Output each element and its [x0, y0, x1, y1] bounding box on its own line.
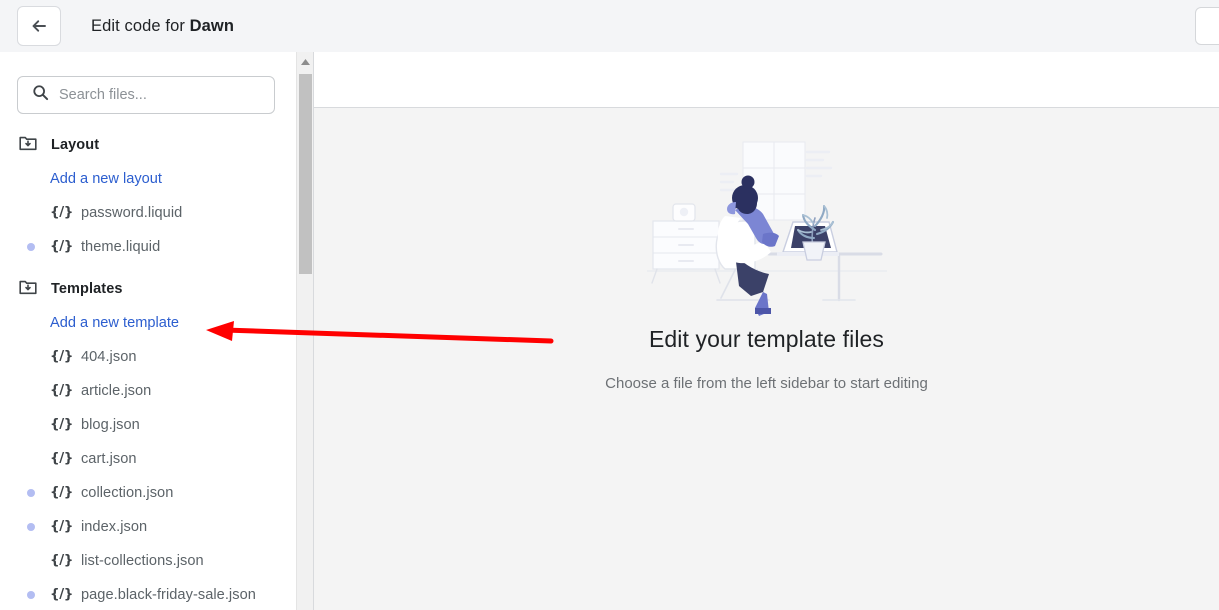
file-group-label: Layout: [51, 137, 100, 153]
arrow-left-icon: [29, 16, 49, 36]
file-row[interactable]: {/} page.black-friday-sale.json: [0, 578, 296, 610]
file-name: index.json: [80, 519, 148, 535]
file-group-header-templates[interactable]: Templates: [0, 272, 296, 306]
page-title: Edit code for Dawn: [91, 0, 234, 52]
json-file-icon: {/}: [50, 382, 73, 399]
search-box[interactable]: [17, 76, 275, 114]
file-row[interactable]: {/} article.json: [0, 374, 296, 408]
editor-main-panel: Edit your template files Choose a file f…: [313, 52, 1219, 610]
file-name: cart.json: [80, 451, 137, 467]
file-name: password.liquid: [80, 205, 183, 221]
file-row[interactable]: {/} cart.json: [0, 442, 296, 476]
header-overflow-button[interactable]: [1195, 7, 1219, 45]
json-file-icon: {/}: [50, 484, 73, 501]
file-group-label: Templates: [51, 281, 123, 297]
empty-state-subtitle: Choose a file from the left sidebar to s…: [605, 375, 928, 392]
person-at-desk-illustration: [617, 130, 917, 320]
add-new-template-link[interactable]: Add a new template: [0, 306, 296, 340]
file-name: list-collections.json: [80, 553, 204, 569]
json-file-icon: {/}: [50, 450, 73, 467]
page-title-prefix: Edit code for: [91, 16, 190, 35]
file-tree: Layout Add a new layout {/} password.liq…: [0, 128, 296, 610]
liquid-file-icon: {/}: [50, 204, 73, 221]
file-row[interactable]: {/} list-collections.json: [0, 544, 296, 578]
modified-indicator-dot: [27, 489, 35, 497]
sidebar-scrollbar[interactable]: [296, 52, 313, 610]
file-group-header-layout[interactable]: Layout: [0, 128, 296, 162]
search-icon: [32, 84, 49, 106]
file-row[interactable]: {/} blog.json: [0, 408, 296, 442]
file-row[interactable]: {/} 404.json: [0, 340, 296, 374]
modified-indicator-dot: [27, 591, 35, 599]
scrollbar-up-button[interactable]: [297, 52, 313, 69]
file-name: theme.liquid: [80, 239, 161, 255]
file-name: article.json: [80, 383, 152, 399]
file-row[interactable]: {/} theme.liquid: [0, 230, 296, 264]
file-row[interactable]: {/} collection.json: [0, 476, 296, 510]
modified-indicator-dot: [27, 523, 35, 531]
json-file-icon: {/}: [50, 348, 73, 365]
empty-state-title: Edit your template files: [648, 326, 885, 352]
folder-down-icon: [18, 277, 38, 302]
file-name: page.black-friday-sale.json: [80, 587, 256, 603]
search-files-container: [17, 76, 275, 114]
code-editor-window: Edit code for Dawn Search files... Layou…: [0, 0, 1219, 610]
page-title-theme: Dawn: [189, 16, 235, 35]
back-button[interactable]: [17, 6, 61, 46]
file-sidebar: Layout Add a new layout {/} password.liq…: [0, 52, 296, 610]
editor-empty-state: Edit your template files Choose a file f…: [314, 108, 1219, 610]
modified-indicator-dot: [27, 243, 35, 251]
file-name: 404.json: [80, 349, 137, 365]
file-row[interactable]: {/} password.liquid: [0, 196, 296, 230]
search-input[interactable]: [59, 87, 264, 103]
triangle-up-icon: [300, 52, 310, 70]
json-file-icon: {/}: [50, 518, 73, 535]
file-row[interactable]: {/} index.json: [0, 510, 296, 544]
file-name: blog.json: [80, 417, 140, 433]
editor-toolbar: [314, 52, 1219, 108]
scrollbar-thumb[interactable]: [299, 74, 312, 274]
app-header: Edit code for Dawn: [0, 0, 1219, 52]
add-new-layout-link[interactable]: Add a new layout: [0, 162, 296, 196]
liquid-file-icon: {/}: [50, 238, 73, 255]
folder-down-icon: [18, 133, 38, 158]
json-file-icon: {/}: [50, 552, 73, 569]
json-file-icon: {/}: [50, 416, 73, 433]
file-name: collection.json: [80, 485, 174, 501]
json-file-icon: {/}: [50, 586, 73, 603]
